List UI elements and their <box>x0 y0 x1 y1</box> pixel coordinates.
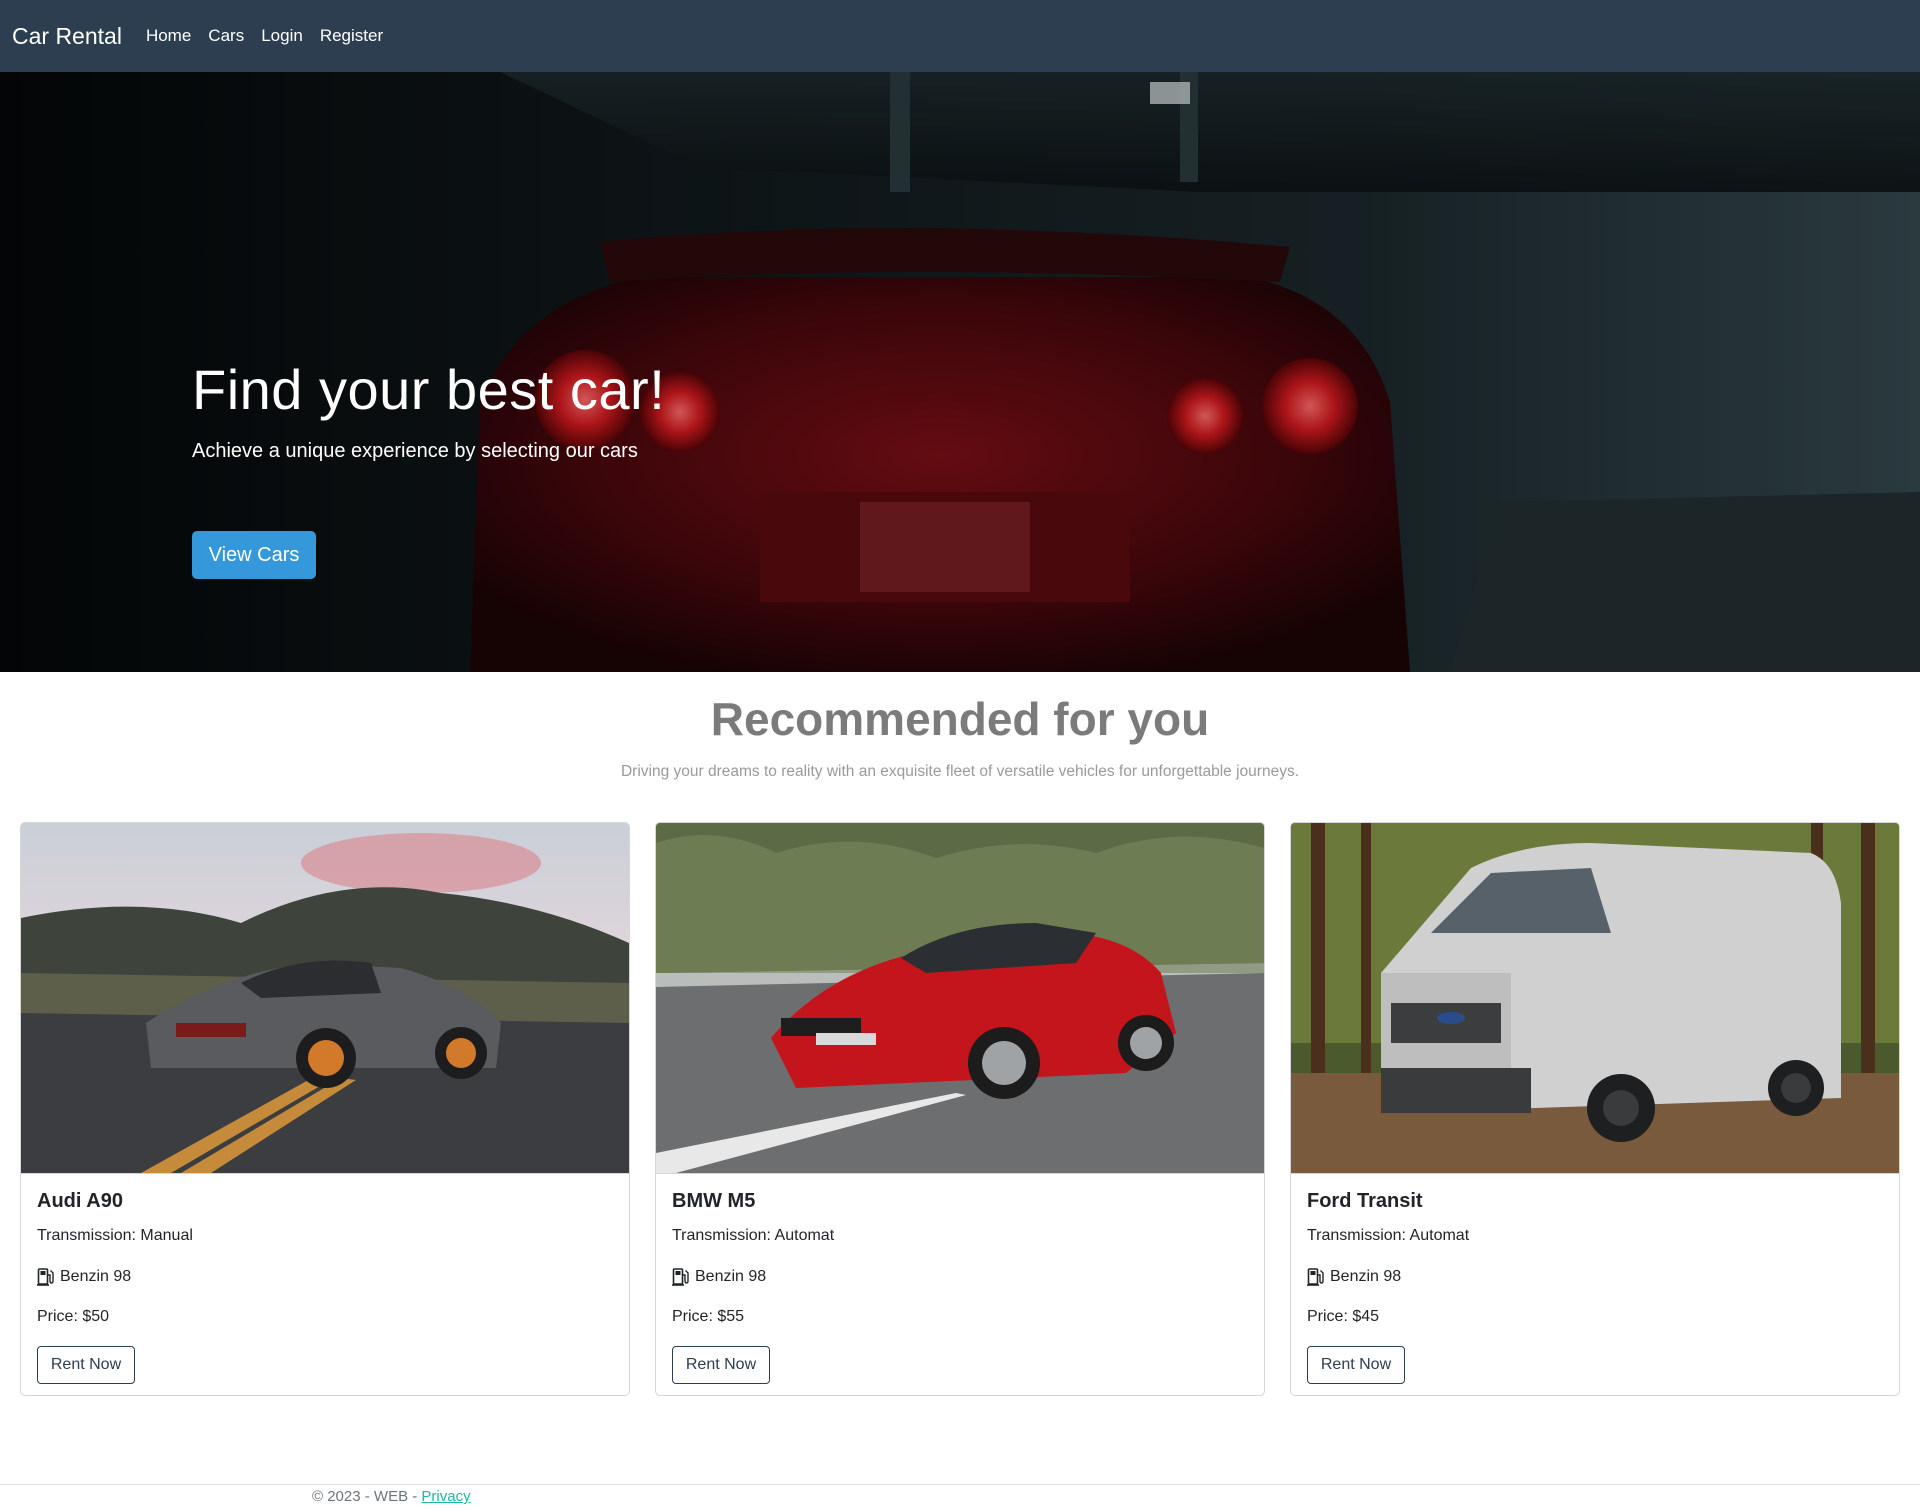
car-fuel: Benzin 98 <box>37 1267 613 1286</box>
top-navbar: Car Rental Home Cars Login Register <box>0 0 1920 72</box>
car-transmission: Transmission: Automat <box>1307 1227 1470 1244</box>
nav-link-cars[interactable]: Cars <box>208 26 244 46</box>
brand-link[interactable]: Car Rental <box>12 23 122 50</box>
car-name: Ford Transit <box>1307 1190 1423 1212</box>
car-transmission: Transmission: Automat <box>672 1227 835 1244</box>
car-fuel: Benzin 98 <box>672 1267 1248 1286</box>
car-transmission: Transmission: Manual <box>37 1227 193 1244</box>
nav-link-login[interactable]: Login <box>261 26 303 46</box>
nav-link-home[interactable]: Home <box>146 26 191 46</box>
nav-link-register[interactable]: Register <box>320 26 383 46</box>
car-card-ford: Ford Transit Transmission: Automat Benzi… <box>1290 822 1900 1396</box>
view-cars-button[interactable]: View Cars <box>192 531 316 579</box>
recommended-subtitle: Driving your dreams to reality with an e… <box>620 763 1300 780</box>
card-body: Ford Transit Transmission: Automat Benzi… <box>1291 1174 1899 1395</box>
rent-now-button[interactable]: Rent Now <box>672 1346 770 1384</box>
fuel-label: Benzin 98 <box>1330 1267 1402 1285</box>
privacy-link[interactable]: Privacy <box>421 1488 470 1505</box>
hero-title: Find your best car! <box>192 358 666 421</box>
recommended-title: Recommended for you <box>710 693 1210 745</box>
fuel-pump-icon <box>672 1268 689 1286</box>
car-price: Price: $45 <box>1307 1308 1380 1325</box>
fuel-label: Benzin 98 <box>60 1267 132 1285</box>
card-body: BMW M5 Transmission: Automat Benzin 98 P… <box>656 1174 1264 1395</box>
rent-now-button[interactable]: Rent Now <box>1307 1346 1405 1384</box>
rent-now-button[interactable]: Rent Now <box>37 1346 135 1384</box>
car-price: Price: $50 <box>37 1308 110 1325</box>
car-card-bmw: BMW M5 Transmission: Automat Benzin 98 P… <box>655 822 1265 1396</box>
car-photo-ford <box>1291 823 1899 1174</box>
card-body: Audi A90 Transmission: Manual Benzin 98 … <box>21 1174 629 1395</box>
car-card-audi: Audi A90 Transmission: Manual Benzin 98 … <box>20 822 630 1396</box>
hero-subtitle: Achieve a unique experience by selecting… <box>192 440 638 462</box>
hero-text-block: Find your best car! Achieve a unique exp… <box>192 362 665 463</box>
car-photo-audi <box>21 823 629 1174</box>
car-price: Price: $55 <box>672 1308 745 1325</box>
page-footer: © 2023 - WEB - Privacy <box>312 1488 471 1505</box>
footer-divider <box>0 1484 1920 1485</box>
car-photo-bmw <box>656 823 1264 1174</box>
hero-banner: Find your best car! Achieve a unique exp… <box>0 72 1920 672</box>
fuel-pump-icon <box>1307 1268 1324 1286</box>
fuel-label: Benzin 98 <box>695 1267 767 1285</box>
fuel-pump-icon <box>37 1268 54 1286</box>
car-name: Audi A90 <box>37 1190 123 1212</box>
car-fuel: Benzin 98 <box>1307 1267 1883 1286</box>
footer-copyright: © 2023 - WEB - <box>312 1488 422 1505</box>
car-name: BMW M5 <box>672 1190 756 1212</box>
